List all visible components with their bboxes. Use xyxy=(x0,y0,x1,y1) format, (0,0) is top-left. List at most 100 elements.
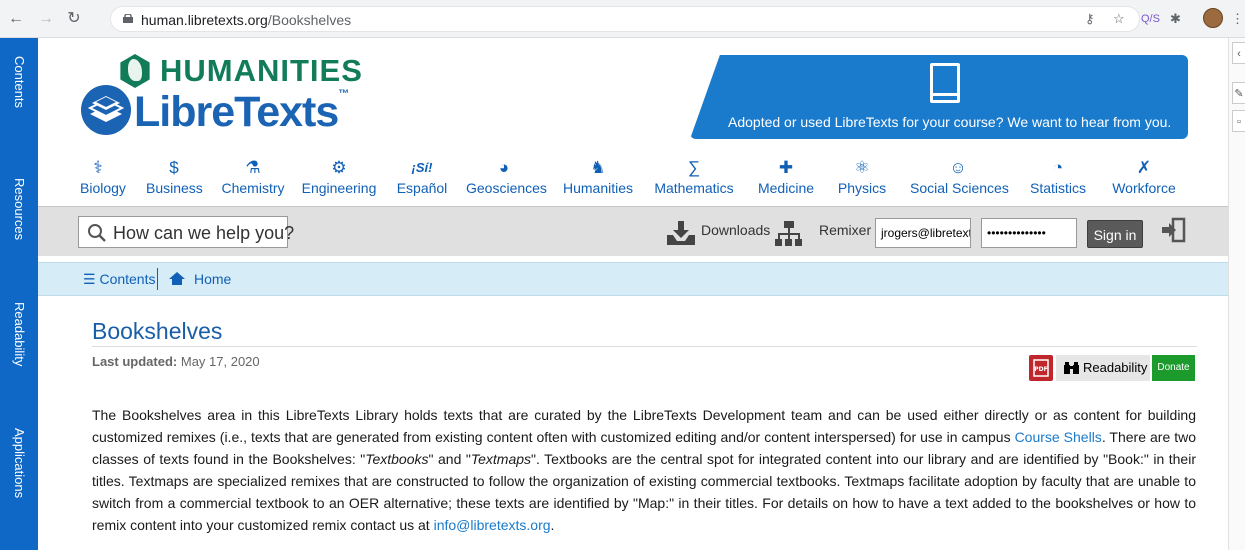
libretexts-title: LibreTexts™ xyxy=(134,88,349,137)
subject-biology[interactable]: ⚕ Biology xyxy=(80,158,126,196)
subject-label: Español xyxy=(396,180,448,196)
si-icon: ¡Sí! xyxy=(411,160,433,175)
readability-button[interactable]: Readability xyxy=(1056,355,1150,381)
binoculars-icon xyxy=(1064,362,1079,374)
tool-icon[interactable]: ✎ xyxy=(1232,82,1245,104)
subject-medicine[interactable]: ✚ Medicine xyxy=(756,158,816,196)
url-path: /Bookshelves xyxy=(267,12,352,28)
subject-label: Humanities xyxy=(562,180,634,196)
sidebar-item-resources[interactable]: Resources xyxy=(0,178,38,240)
email-link[interactable]: info@libretexts.org xyxy=(434,517,551,533)
sidebar-item-contents[interactable]: Contents xyxy=(0,56,38,108)
textmaps-term: Textmaps xyxy=(470,451,532,467)
chart-icon: ◔ xyxy=(1052,158,1064,177)
subject-social-sciences[interactable]: ☺ Social Sciences xyxy=(910,158,1009,196)
downloads-link[interactable]: Downloads xyxy=(701,222,770,238)
remixer-link[interactable]: Remixer xyxy=(819,222,871,238)
avatar[interactable] xyxy=(1203,8,1223,28)
trademark: ™ xyxy=(338,88,350,100)
libretexts-logo-icon xyxy=(81,85,131,135)
course-shells-link[interactable]: Course Shells xyxy=(1015,429,1102,445)
subject-business[interactable]: $ Business xyxy=(146,158,203,196)
last-updated-date: May 17, 2020 xyxy=(180,354,260,369)
contents-toggle[interactable]: ☰ Contents xyxy=(83,271,156,288)
remixer-icon[interactable] xyxy=(775,220,803,248)
head-icon: ♞ xyxy=(590,158,606,177)
home-label: Home xyxy=(194,271,232,287)
svg-text:PDF: PDF xyxy=(1034,366,1047,373)
contents-label: Contents xyxy=(99,271,156,287)
subject-label: Medicine xyxy=(757,180,815,196)
donate-button[interactable]: Donate xyxy=(1152,355,1195,381)
home-link[interactable]: Home xyxy=(168,271,231,287)
subject-label: Social Sciences xyxy=(910,180,1009,196)
paragraph-text: . xyxy=(550,517,555,533)
subject-label: Biology xyxy=(80,180,126,196)
list-icon: ☰ xyxy=(83,271,100,287)
username-field[interactable]: jrogers@libretexts xyxy=(875,218,971,248)
sidebar: Contents Resources Readability Applicati… xyxy=(0,38,38,550)
intro-paragraph: The Bookshelves area in this LibreTexts … xyxy=(92,404,1196,536)
subject-geosciences[interactable]: ◕ Geosciences xyxy=(466,158,547,196)
panel-icon[interactable]: ▫ xyxy=(1232,110,1245,132)
subject-humanities[interactable]: ♞ Humanities xyxy=(562,158,634,196)
page-title: Bookshelves xyxy=(92,318,223,344)
search-placeholder: How can we help you? xyxy=(113,223,295,243)
readability-label: Readability xyxy=(1083,360,1148,375)
sidebar-item-applications[interactable]: Applications xyxy=(0,428,38,498)
download-icon[interactable] xyxy=(664,219,698,247)
biology-icon: ⚕ xyxy=(93,158,103,177)
subject-label: Workforce xyxy=(1112,180,1176,196)
paragraph-text: " and " xyxy=(428,451,471,467)
subject-chemistry[interactable]: ⚗ Chemistry xyxy=(220,158,286,196)
subject-workforce[interactable]: ✗ Workforce xyxy=(1108,158,1180,196)
reload-icon[interactable]: ↻ xyxy=(64,9,84,29)
subject-label: Geosciences xyxy=(466,180,547,196)
collapse-icon[interactable]: ‹ xyxy=(1232,42,1245,64)
qs-extension-icon[interactable]: Q/S xyxy=(1141,9,1160,29)
dollar-icon: $ xyxy=(169,158,179,177)
tools-icon: ✗ xyxy=(1136,158,1152,177)
subject-physics[interactable]: ⚛ Physics xyxy=(837,158,887,196)
star-icon[interactable]: ☆ xyxy=(1113,9,1125,29)
subject-espanol[interactable]: ¡Sí! Español xyxy=(394,158,450,196)
subject-label: Engineering xyxy=(301,180,377,196)
people-icon: ☺ xyxy=(949,158,967,177)
puzzle-icon[interactable]: ✱ xyxy=(1170,9,1181,29)
lock-icon xyxy=(123,14,133,23)
banner-text: Adopted or used LibreTexts for your cour… xyxy=(728,114,1172,130)
subject-statistics[interactable]: ◔ Statistics xyxy=(1028,158,1088,196)
title-divider xyxy=(92,346,1197,347)
address-bar[interactable]: human.libretexts.org/Bookshelves xyxy=(110,6,1140,32)
subject-mathematics[interactable]: ∑ Mathematics xyxy=(654,158,734,196)
subject-label: Mathematics xyxy=(654,180,734,196)
url-host: human.libretexts.org xyxy=(141,12,268,28)
adoption-banner[interactable]: Adopted or used LibreTexts for your cour… xyxy=(690,55,1188,139)
back-arrow-icon[interactable]: ← xyxy=(6,9,26,29)
flask-icon: ⚗ xyxy=(245,158,261,177)
sidebar-item-readability[interactable]: Readability xyxy=(0,302,38,366)
last-updated-label: Last updated: xyxy=(92,354,178,369)
sign-in-button[interactable]: Sign in xyxy=(1087,220,1143,248)
pdf-button[interactable]: PDF xyxy=(1029,355,1053,381)
subject-label: Chemistry xyxy=(221,180,285,196)
key-icon[interactable]: ⚷ xyxy=(1085,9,1095,29)
breadcrumb-divider xyxy=(157,268,158,290)
subject-label: Physics xyxy=(837,180,887,196)
humanities-badge-icon xyxy=(120,54,150,88)
pdf-icon: PDF xyxy=(1033,359,1049,377)
subject-engineering[interactable]: ⚙ Engineering xyxy=(301,158,377,196)
forward-arrow-icon[interactable]: → xyxy=(36,9,56,29)
sigma-icon: ∑ xyxy=(687,158,701,177)
url-text: human.libretexts.org/Bookshelves xyxy=(141,11,351,29)
atom-icon: ⚛ xyxy=(854,158,870,177)
right-dock: ‹ ✎ ▫ xyxy=(1228,38,1245,550)
search-input[interactable]: How can we help you? xyxy=(78,216,294,248)
cross-icon: ✚ xyxy=(778,158,794,177)
password-field[interactable]: •••••••••••••• xyxy=(981,218,1077,248)
textbooks-term: Textbooks xyxy=(365,451,429,467)
exit-icon[interactable] xyxy=(1160,217,1186,243)
menu-dots-icon[interactable]: ⋮ xyxy=(1231,9,1244,29)
search-icon xyxy=(88,224,106,242)
subject-nav: ⚕ Biology $ Business ⚗ Chemistry ⚙ Engineeri… xyxy=(80,158,1200,198)
